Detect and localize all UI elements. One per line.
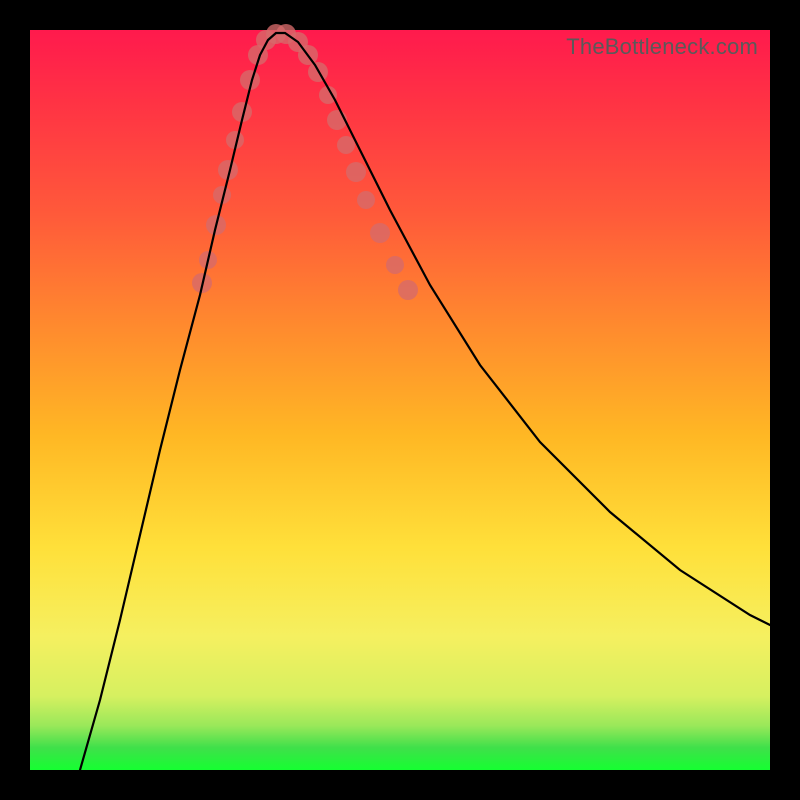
curve-svg	[30, 30, 770, 770]
dot-layer	[192, 24, 418, 300]
bottleneck-curve	[80, 33, 770, 770]
highlight-dot	[398, 280, 418, 300]
highlight-dot	[386, 256, 404, 274]
highlight-dot	[357, 191, 375, 209]
highlight-dot	[370, 223, 390, 243]
chart-frame: TheBottleneck.com	[0, 0, 800, 800]
plot-area: TheBottleneck.com	[30, 30, 770, 770]
highlight-dot	[346, 162, 366, 182]
highlight-dot	[337, 136, 355, 154]
